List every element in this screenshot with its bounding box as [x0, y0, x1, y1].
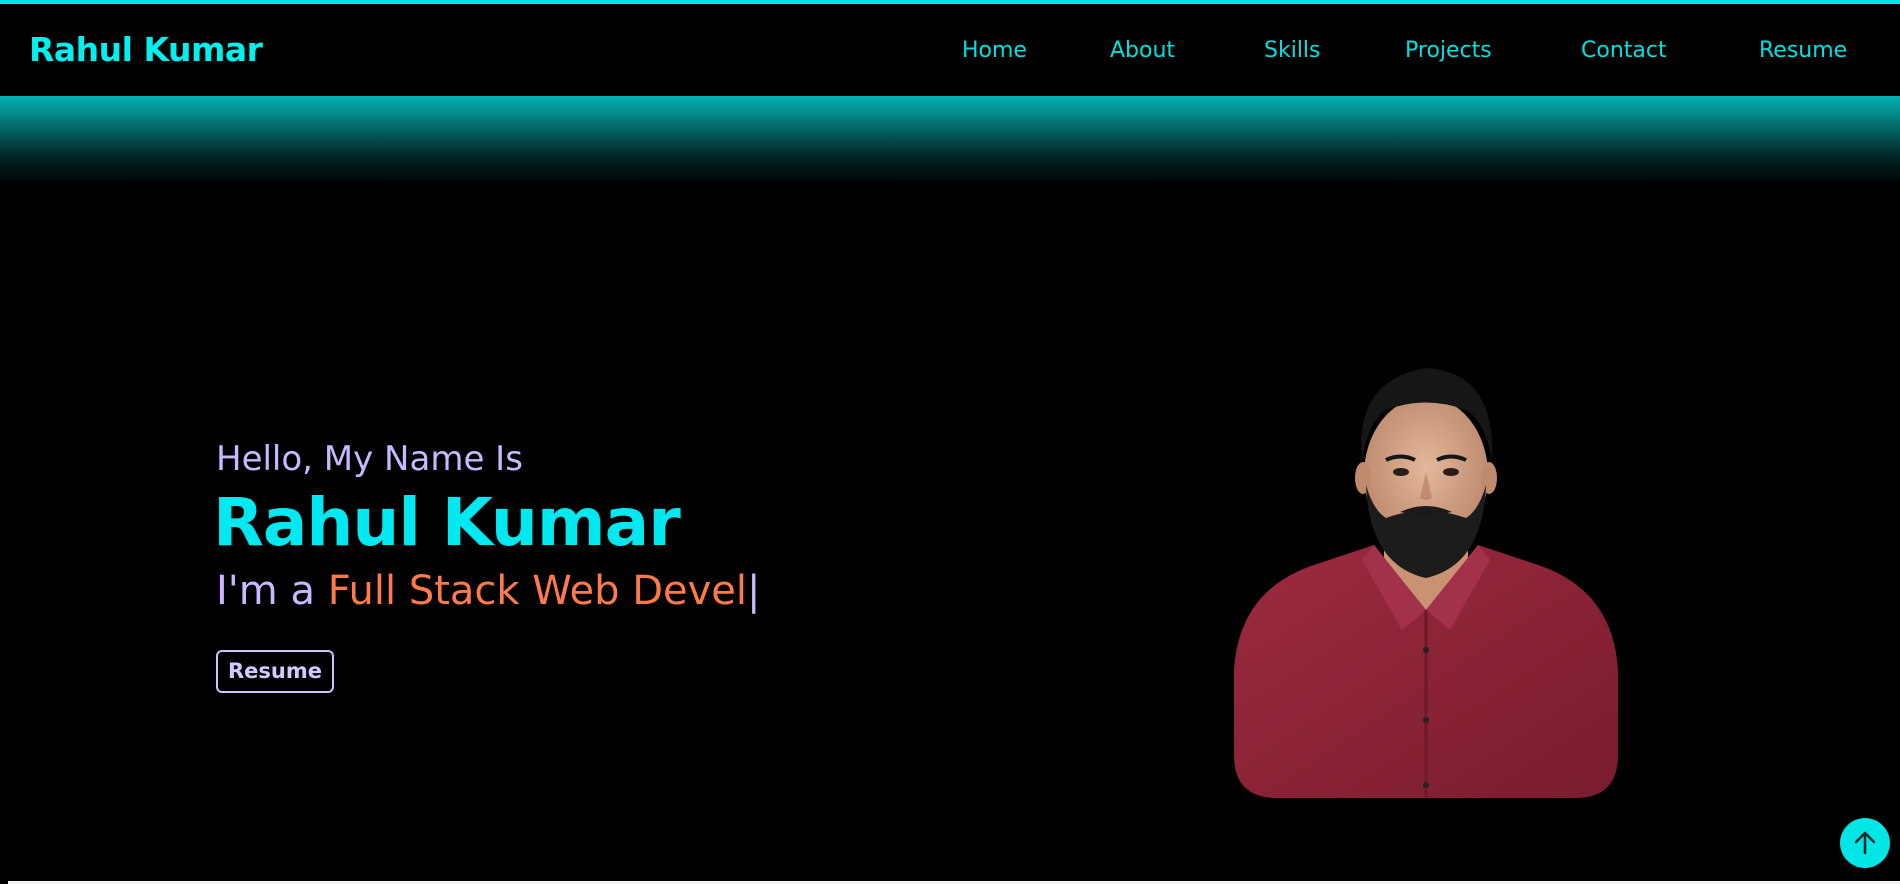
- navbar-glow: [0, 96, 1900, 186]
- nav-link-resume[interactable]: Resume: [1759, 38, 1847, 63]
- resume-button[interactable]: Resume: [216, 650, 334, 693]
- nav-link-contact[interactable]: Contact: [1581, 38, 1667, 63]
- site-logo[interactable]: Rahul Kumar: [29, 30, 263, 69]
- nav-link-home[interactable]: Home: [962, 38, 1027, 63]
- nav-link-projects[interactable]: Projects: [1405, 38, 1492, 63]
- nav-link-skills[interactable]: Skills: [1264, 38, 1321, 63]
- hero-role-typed: Full Stack Web Devel: [327, 568, 747, 614]
- hero-name: Rahul Kumar: [213, 484, 681, 561]
- typing-cursor: |: [747, 568, 761, 614]
- hero-greeting: Hello, My Name Is: [216, 439, 523, 479]
- nav-link-about[interactable]: About: [1110, 38, 1175, 63]
- hero-role-prefix: I'm a: [216, 568, 328, 614]
- hero-role: I'm a Full Stack Web Devel|: [216, 568, 760, 614]
- arrow-up-icon: [1854, 831, 1876, 855]
- profile-photo: [1234, 360, 1618, 798]
- scroll-to-top-button[interactable]: [1840, 818, 1890, 868]
- portfolio-page: Rahul Kumar Home About Skills Projects C…: [0, 0, 1900, 884]
- navbar: Rahul Kumar Home About Skills Projects C…: [0, 4, 1900, 96]
